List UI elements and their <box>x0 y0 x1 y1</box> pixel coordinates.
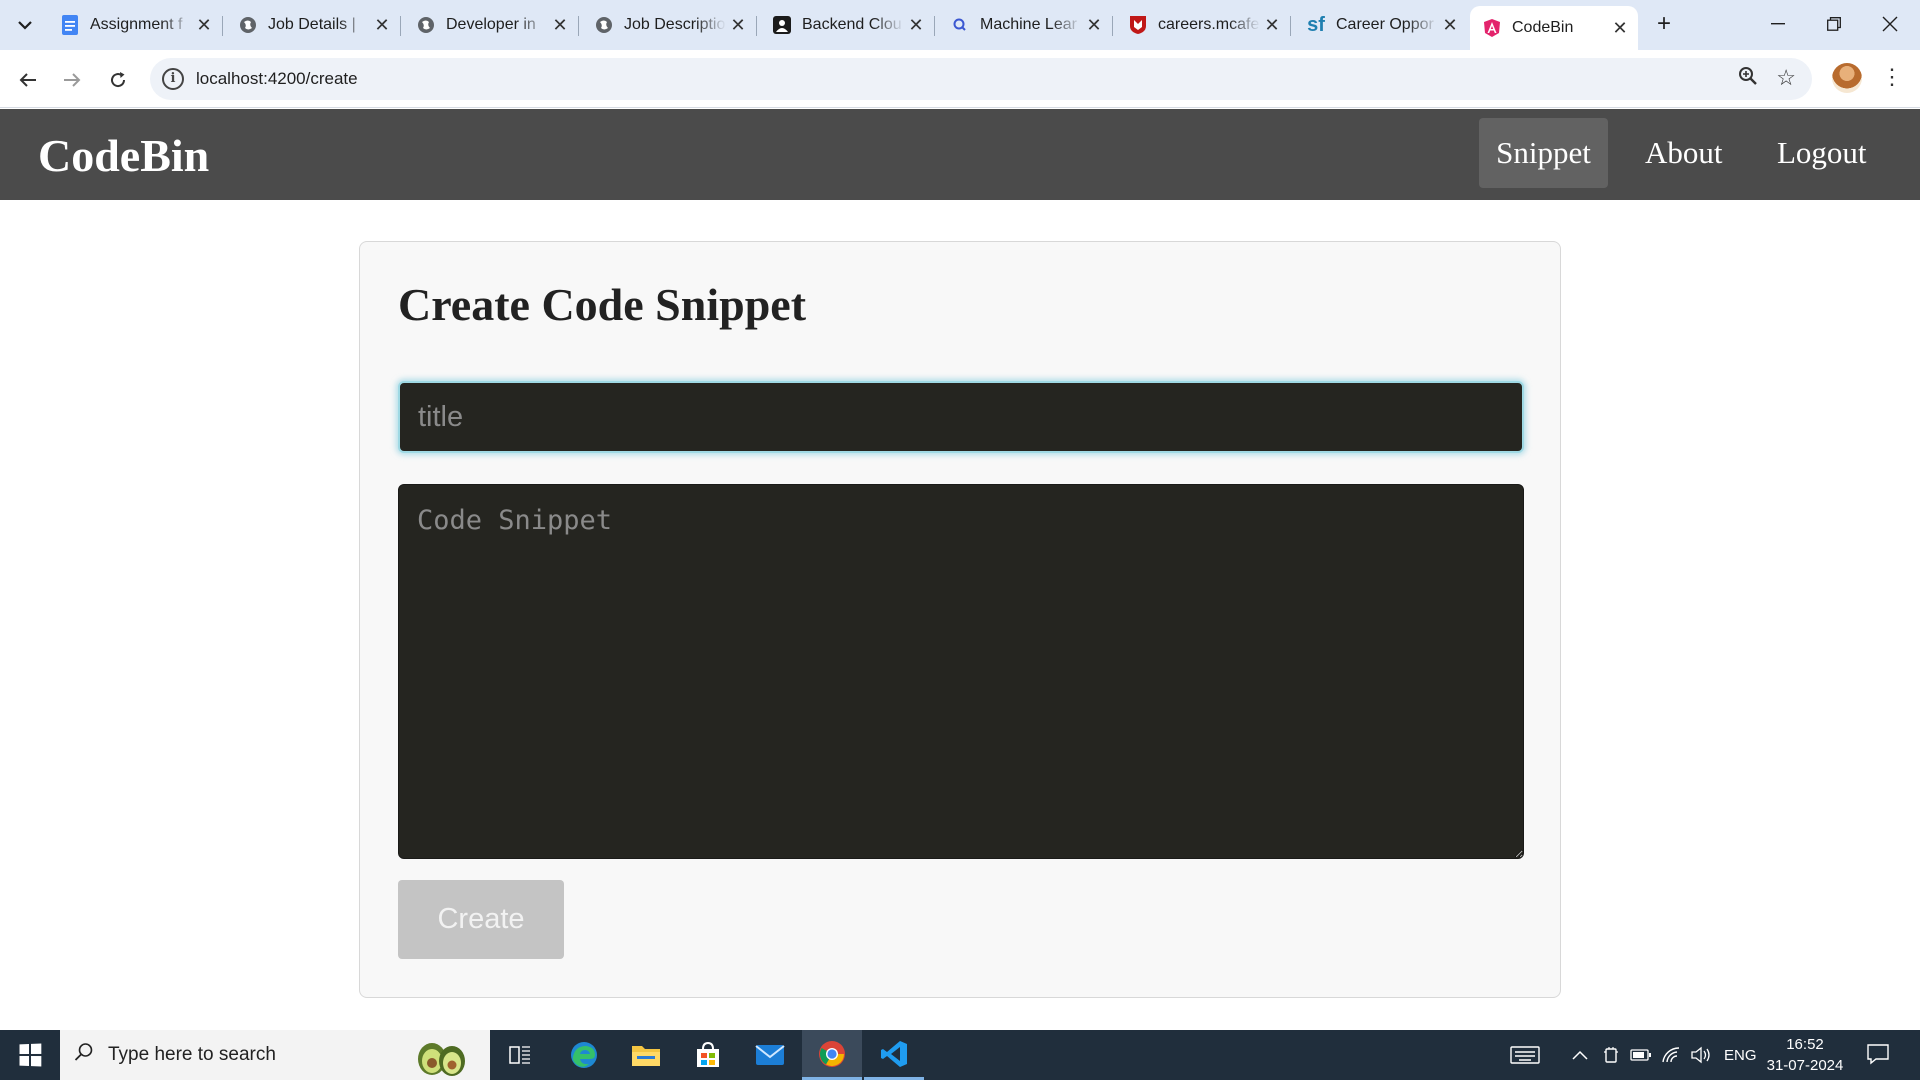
search-icon <box>74 1042 94 1068</box>
google-docs-icon <box>60 15 80 35</box>
system-clock[interactable]: 16:52 31-07-2024 <box>1762 1034 1848 1076</box>
chrome-browser-icon[interactable] <box>802 1030 862 1080</box>
notification-icon[interactable] <box>1866 1042 1892 1068</box>
back-arrow-icon[interactable] <box>12 64 44 96</box>
tab-title: Assignment f <box>90 16 183 33</box>
nav-link-about[interactable]: About <box>1627 118 1741 188</box>
vscode-icon[interactable] <box>864 1030 924 1080</box>
windows-taskbar: Type here to search ENG 16:52 31-07-2024 <box>0 1030 1920 1080</box>
new-tab-plus-icon[interactable]: + <box>1650 11 1678 39</box>
reload-icon[interactable] <box>102 64 134 96</box>
browser-tab[interactable]: Job Descriptio ✕ <box>582 6 757 44</box>
browser-tab-strip: Assignment f ✕ Job Details | ✕ Developer… <box>0 0 1920 50</box>
search-q-icon <box>950 15 970 35</box>
nav-link-logout[interactable]: Logout <box>1759 118 1885 188</box>
tab-close-icon[interactable]: ✕ <box>192 15 216 36</box>
angular-icon <box>1482 18 1502 38</box>
file-explorer-icon[interactable] <box>616 1030 676 1080</box>
tab-title: Backend Clou <box>802 16 902 33</box>
device-icon[interactable] <box>1603 1030 1619 1080</box>
globe-icon <box>416 15 436 35</box>
wifi-icon[interactable] <box>1661 1030 1681 1080</box>
forward-arrow-icon[interactable] <box>56 64 88 96</box>
browser-tab[interactable]: careers.mcafe ✕ <box>1116 6 1291 44</box>
create-button[interactable]: Create <box>398 880 564 959</box>
tab-close-icon[interactable]: ✕ <box>904 15 928 36</box>
globe-icon <box>594 15 614 35</box>
tab-title: careers.mcafe <box>1158 16 1260 33</box>
site-info-icon[interactable]: i <box>162 68 184 90</box>
create-snippet-card: Create Code Snippet Create <box>359 241 1561 998</box>
minimize-icon[interactable] <box>1750 6 1806 42</box>
tab-title: Job Descriptio <box>624 16 726 33</box>
restore-icon[interactable] <box>1806 6 1862 42</box>
url-text[interactable]: localhost:4200/create <box>196 69 358 89</box>
site-logo-icon <box>772 15 792 35</box>
browser-menu-icon[interactable]: ⋮ <box>1880 62 1904 94</box>
app-navbar: CodeBin Snippet About Logout <box>0 109 1920 200</box>
tab-title: Machine Lear <box>980 16 1077 33</box>
tab-title: Job Details | <box>268 16 356 33</box>
browser-tab[interactable]: sf Career Oppor ✕ <box>1294 6 1468 44</box>
browser-tab[interactable]: Assignment f ✕ <box>48 6 223 44</box>
browser-tab[interactable]: Job Details | ✕ <box>226 6 401 44</box>
browser-tab[interactable]: Backend Clou ✕ <box>760 6 935 44</box>
tab-close-icon[interactable]: ✕ <box>370 15 394 36</box>
tab-search-chevron-icon[interactable] <box>8 9 42 41</box>
clock-date: 31-07-2024 <box>1766 1057 1844 1074</box>
tab-close-icon[interactable]: ✕ <box>548 15 572 36</box>
taskbar-search-box[interactable]: Type here to search <box>60 1030 490 1080</box>
tab-close-icon[interactable]: ✕ <box>1608 18 1632 39</box>
battery-icon[interactable] <box>1630 1030 1652 1080</box>
microsoft-store-icon[interactable] <box>678 1030 738 1080</box>
avocado-search-highlight-icon <box>412 1037 465 1076</box>
volume-icon[interactable] <box>1690 1030 1712 1080</box>
tab-title: Developer in <box>446 16 536 33</box>
language-indicator[interactable]: ENG <box>1724 1030 1757 1080</box>
browser-toolbar: i localhost:4200/create ☆ ⋮ <box>0 50 1920 108</box>
mail-icon[interactable] <box>740 1030 800 1080</box>
windows-start-icon[interactable] <box>0 1030 60 1080</box>
zoom-icon[interactable] <box>1738 66 1758 92</box>
code-snippet-textarea[interactable] <box>398 484 1524 859</box>
profile-avatar[interactable] <box>1832 63 1862 93</box>
browser-tab[interactable]: Machine Lear ✕ <box>938 6 1113 44</box>
browser-tab[interactable]: Developer in ✕ <box>404 6 579 44</box>
bookmark-star-icon[interactable]: ☆ <box>1776 65 1796 91</box>
task-view-icon[interactable] <box>490 1030 550 1080</box>
tab-close-icon[interactable]: ✕ <box>726 15 750 36</box>
edge-browser-icon[interactable] <box>554 1030 614 1080</box>
search-placeholder: Type here to search <box>108 1044 276 1065</box>
tab-title: Career Oppor <box>1336 16 1434 33</box>
mcafee-shield-icon <box>1128 15 1148 35</box>
nav-link-snippet[interactable]: Snippet <box>1479 118 1608 188</box>
tab-title: CodeBin <box>1512 19 1574 36</box>
browser-tab-active[interactable]: CodeBin ✕ <box>1470 6 1638 50</box>
tab-close-icon[interactable]: ✕ <box>1260 15 1284 36</box>
window-close-icon[interactable] <box>1862 6 1918 42</box>
tab-close-icon[interactable]: ✕ <box>1082 15 1106 36</box>
keyboard-layout-icon[interactable] <box>1510 1030 1540 1080</box>
title-input[interactable] <box>398 381 1524 453</box>
sf-icon: sf <box>1307 13 1325 36</box>
tab-close-icon[interactable]: ✕ <box>1438 15 1462 36</box>
globe-icon <box>238 15 258 35</box>
clock-time: 16:52 <box>1786 1036 1824 1053</box>
brand-logo[interactable]: CodeBin <box>38 129 209 182</box>
page-title: Create Code Snippet <box>398 279 807 330</box>
tray-chevron-up-icon[interactable] <box>1572 1030 1588 1080</box>
address-bar[interactable]: i localhost:4200/create ☆ <box>150 58 1812 100</box>
